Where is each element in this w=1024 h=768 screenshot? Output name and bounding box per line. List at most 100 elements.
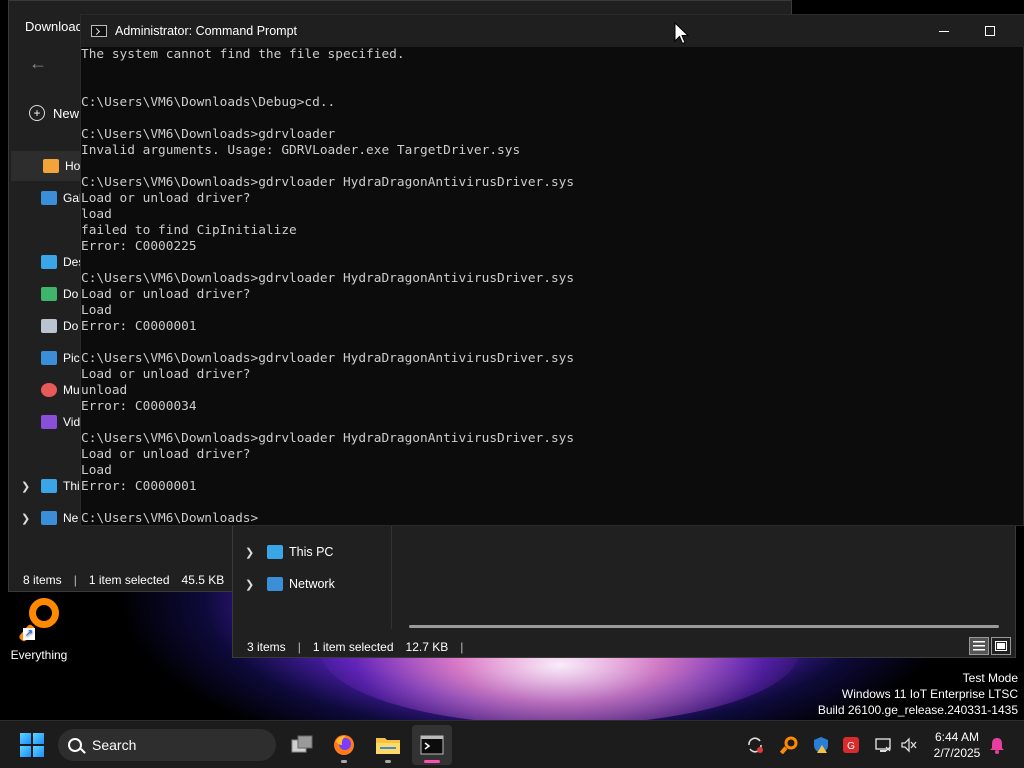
volume-muted-icon bbox=[901, 737, 917, 753]
console-line: Invalid arguments. Usage: GDRVLoader.exe… bbox=[81, 143, 521, 158]
notifications-button[interactable] bbox=[986, 731, 1008, 759]
nav-item-label: Network bbox=[289, 577, 335, 591]
notification-bell-icon bbox=[990, 738, 1004, 754]
sync-tray-button[interactable] bbox=[744, 731, 766, 759]
console-line: C:\Users\VM6\Downloads>gdrvloader HydraD… bbox=[81, 351, 575, 366]
task-view-button[interactable] bbox=[282, 725, 322, 765]
nav-item-label: Do bbox=[63, 287, 79, 301]
expand-chevron-icon[interactable]: ❯ bbox=[21, 480, 30, 493]
pictures-icon bbox=[41, 351, 57, 365]
terminal-icon bbox=[420, 735, 444, 755]
taskbar-search-box[interactable]: Search bbox=[58, 729, 276, 761]
console-line: C:\Users\VM6\Downloads>gdrvloader HydraD… bbox=[81, 175, 575, 190]
back-arrow-icon[interactable]: ← bbox=[29, 53, 47, 74]
horizontal-scrollbar[interactable] bbox=[409, 625, 999, 628]
everything-tray-button[interactable] bbox=[778, 731, 800, 759]
search-icon bbox=[68, 738, 82, 752]
videos-icon bbox=[41, 415, 57, 429]
svg-text:G: G bbox=[847, 741, 855, 752]
nav-item-desktop[interactable]: Des bbox=[9, 247, 84, 277]
running-indicator bbox=[341, 760, 347, 763]
nav-item-documents[interactable]: Do bbox=[9, 311, 81, 341]
new-label: New bbox=[53, 105, 80, 121]
expand-chevron-icon[interactable]: ❯ bbox=[245, 546, 254, 559]
console-prompt[interactable]: C:\Users\VM6\Downloads> bbox=[81, 511, 1024, 527]
nav-item-home[interactable]: Ho bbox=[11, 151, 83, 181]
expand-chevron-icon[interactable]: ❯ bbox=[245, 578, 254, 591]
expand-chevron-icon[interactable]: ❯ bbox=[21, 512, 30, 525]
this-pc-icon bbox=[267, 545, 283, 559]
watermark-line: Windows 11 IoT Enterprise LTSC bbox=[841, 687, 1018, 701]
tiles-view-button[interactable] bbox=[991, 637, 1011, 655]
window-title: Administrator: Command Prompt bbox=[115, 24, 298, 38]
console-line: Load or unload driver? bbox=[81, 191, 251, 206]
file-explorer-taskbar-button[interactable] bbox=[368, 725, 408, 765]
network-tray-button[interactable] bbox=[872, 731, 894, 759]
security-tray-button[interactable] bbox=[810, 731, 832, 759]
console-line: The system cannot find the file specifie… bbox=[81, 47, 405, 62]
nav-item-pictures[interactable]: Pic bbox=[9, 343, 81, 373]
nav-item-network[interactable]: ❯ Network bbox=[233, 571, 389, 597]
system-clock[interactable]: 6:44 AM 2/7/2025 bbox=[928, 729, 986, 761]
nav-item-this-pc[interactable]: ❯ This PC bbox=[233, 539, 389, 565]
console-line: Load bbox=[81, 463, 112, 478]
file-explorer-window-front[interactable]: ❯ This PC ❯ Network 3 items | 1 item sel… bbox=[232, 524, 1016, 658]
console-line: failed to find CipInitialize bbox=[81, 223, 297, 238]
item-count: 3 items bbox=[247, 640, 286, 654]
test-mode-watermark: Test Mode Windows 11 IoT Enterprise LTSC… bbox=[818, 670, 1018, 718]
item-count: 8 items bbox=[23, 573, 62, 587]
terminal-taskbar-button[interactable] bbox=[412, 725, 452, 765]
file-explorer-icon bbox=[376, 738, 400, 754]
music-icon bbox=[41, 383, 57, 397]
security-warning-icon bbox=[814, 737, 828, 753]
volume-tray-button[interactable] bbox=[898, 731, 920, 759]
nav-item-label: Do bbox=[63, 319, 79, 333]
nav-item-label: Vid bbox=[63, 415, 81, 429]
nav-item-music[interactable]: Mu bbox=[9, 375, 81, 405]
nav-item-network[interactable]: ❯ Ne bbox=[9, 503, 81, 533]
details-view-button[interactable] bbox=[969, 637, 989, 655]
firefox-taskbar-button[interactable] bbox=[324, 725, 364, 765]
desktop-folder-icon bbox=[41, 255, 57, 269]
console-line: C:\Users\VM6\Downloads\Debug>cd.. bbox=[81, 95, 336, 110]
tiles-view-icon bbox=[995, 641, 1007, 651]
console-line: Load or unload driver? bbox=[81, 287, 251, 302]
network-icon bbox=[41, 511, 57, 525]
watermark-line: Build 26100.ge_release.240331-1435 bbox=[817, 703, 1018, 717]
this-pc-icon bbox=[41, 479, 57, 493]
console-output[interactable]: The system cannot find the file specifie… bbox=[81, 47, 1024, 527]
new-button[interactable]: + New bbox=[29, 105, 79, 121]
start-button[interactable] bbox=[20, 733, 44, 757]
selection-size: 12.7 KB bbox=[405, 640, 449, 654]
title-bar[interactable]: Administrator: Command Prompt bbox=[81, 15, 1024, 47]
maximize-button[interactable] bbox=[967, 15, 1013, 47]
antivirus-icon: G bbox=[843, 737, 859, 753]
selection-info: 1 item selected bbox=[88, 573, 170, 587]
console-line: C:\Users\VM6\Downloads>gdrvloader bbox=[81, 127, 336, 142]
clock-time: 6:44 AM bbox=[934, 730, 980, 744]
console-line: Error: C0000034 bbox=[81, 399, 197, 414]
nav-item-label: This PC bbox=[289, 545, 334, 559]
console-line: C:\Users\VM6\Downloads>gdrvloader HydraD… bbox=[81, 431, 575, 446]
shortcut-label: Everything bbox=[10, 648, 68, 662]
downloads-icon bbox=[41, 287, 57, 301]
nav-item-this-pc[interactable]: ❯ Thi bbox=[9, 471, 81, 501]
desktop-shortcut-everything[interactable]: ↗ Everything bbox=[4, 596, 74, 662]
console-line: Load or unload driver? bbox=[81, 367, 251, 382]
nav-item-label: Gal bbox=[63, 191, 82, 205]
antivirus-tray-button[interactable]: G bbox=[840, 731, 862, 759]
console-line: C:\Users\VM6\Downloads>gdrvloader HydraD… bbox=[81, 271, 575, 286]
nav-item-videos[interactable]: Vid bbox=[9, 407, 81, 437]
command-prompt-window[interactable]: Administrator: Command Prompt The system… bbox=[80, 14, 1024, 526]
minimize-button[interactable] bbox=[921, 15, 967, 47]
selection-info: 1 item selected bbox=[312, 640, 394, 654]
documents-icon bbox=[41, 319, 57, 333]
nav-item-downloads[interactable]: Do bbox=[9, 279, 81, 309]
nav-item-gallery[interactable]: Gal bbox=[9, 183, 82, 213]
